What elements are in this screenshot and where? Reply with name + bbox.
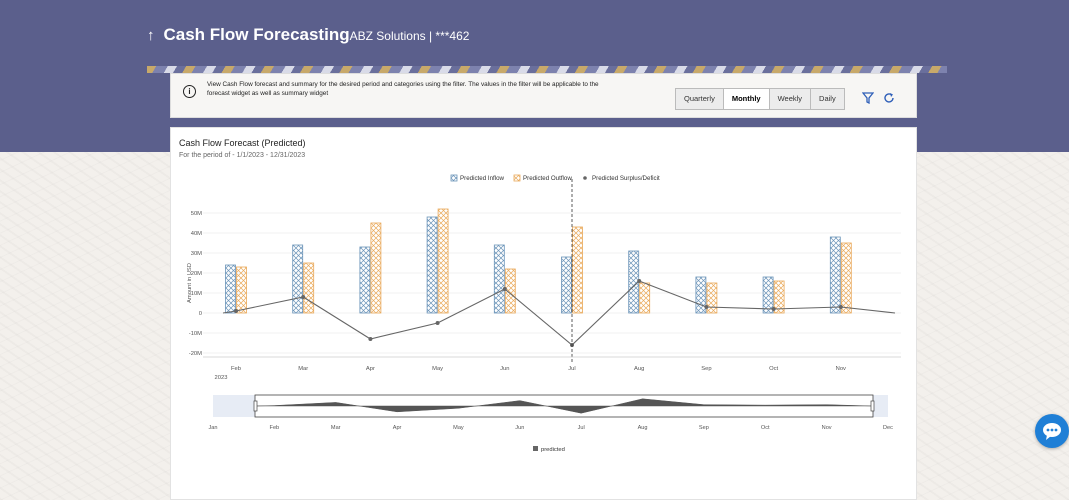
legend-inflow-swatch [450,174,458,182]
page-header: ↑ Cash Flow Forecasting ABZ Solutions | … [147,25,469,45]
y-tick-label: 50M [191,211,202,217]
outflow-bar [437,208,449,314]
surplus-point [234,309,238,313]
navigator-month-label: Jul [578,425,585,431]
x-tick-label: Aug [634,366,644,372]
x-tick-label: Jul [568,366,575,372]
x-tick-label: Sep [701,366,711,372]
surplus-point [838,305,843,309]
back-arrow-icon[interactable]: ↑ [147,27,155,44]
navigator-month-label: Apr [393,425,402,431]
outflow-bar [706,282,718,314]
surplus-point [301,295,306,299]
surplus-line [222,179,896,363]
decorative-banner-strip [147,66,947,73]
outflow-bar [303,262,315,314]
inflow-bar [426,216,438,314]
period-monthly-button[interactable]: Monthly [723,89,770,109]
navigator-legend-swatch [533,446,538,451]
surplus-point [704,305,709,309]
period-quarterly-button[interactable]: Quarterly [676,89,724,109]
inflow-bar [292,244,304,314]
x-tick-label: May [432,366,443,372]
inflow-bar [561,256,572,314]
forecast-chart-card: Cash Flow Forecast (Predicted) For the p… [170,127,917,500]
navigator-month-label: Jan [208,425,217,431]
outflow-bar [236,266,247,314]
navigator-month-label: Aug [638,425,648,431]
x-tick-label: Mar [298,366,308,372]
y-tick-label: 30M [191,251,202,257]
inflow-bar [762,276,774,314]
surplus-point [502,287,507,291]
page-title: Cash Flow Forecasting [163,25,350,44]
navigator-month-label: Jun [515,425,524,431]
inflow-bar [359,246,371,314]
y-tick-label: 0 [199,311,202,317]
legend-outflow-label: Predicted Outflow [523,175,572,182]
x-tick-label: Feb [231,366,241,372]
y-axis: 50M40M30M20M10M0-10M-20MAmount in USD [187,211,202,357]
account-subtitle: ABZ Solutions | ***462 [349,29,470,43]
navigator-left-handle [253,400,258,412]
navigator-month-label: Nov [822,425,832,431]
x-tick-label: Nov [836,366,846,372]
navigator-right-handle [870,400,875,412]
navigator-month-label: May [453,425,464,431]
legend-inflow-label: Predicted Inflow [460,175,505,182]
navigator-month-label: Dec [883,425,893,431]
x-tick-label: Oct [769,366,778,372]
chart-legend: Predicted Inflow Predicted Outflow Predict… [450,174,660,182]
chart-bars [225,208,852,314]
legend-surplus-label: Predicted Surplus/Deficit [592,175,660,182]
surplus-point [771,307,776,311]
navigator-legend-label: predicted [541,447,565,453]
outflow-bar [572,226,583,314]
inflow-bar [829,236,841,314]
y-tick-label: -10M [189,331,202,337]
inflow-bar [695,276,707,314]
navigator-month-label: Oct [761,425,770,431]
surplus-point [368,337,373,341]
inflow-bar [628,250,640,314]
info-icon: i [183,85,196,98]
chat-bubble-icon [1043,423,1061,440]
outflow-bar [370,222,382,314]
y-tick-label: 40M [191,231,202,237]
legend-surplus-marker [583,176,587,180]
filter-card: i View Cash Flow forecast and summary fo… [170,73,917,118]
x-tick-label: Apr [366,366,375,372]
period-selector: Quarterly Monthly Weekly Daily [675,88,845,110]
range-navigator[interactable]: Jan Feb Mar Apr May Jun Jul Aug Sep Oct Nov Dec pred… [208,394,893,453]
filter-info-text: View Cash Flow forecast and summary for … [207,81,599,97]
y-tick-label: -20M [189,351,202,357]
navigator-month-label: Sep [699,425,709,431]
outflow-bar [840,242,852,314]
outflow-bar [639,282,651,314]
inflow-bar [225,264,236,314]
x-tick-label: Jun [500,366,509,372]
filter-icon[interactable] [862,92,874,104]
surplus-point [637,279,642,283]
x-year-label: 2023 [215,375,228,381]
chat-button[interactable] [1035,414,1069,448]
inflow-bar [493,244,505,314]
period-weekly-button[interactable]: Weekly [769,89,812,109]
navigator-month-label: Feb [270,425,280,431]
period-daily-button[interactable]: Daily [811,89,844,109]
legend-outflow-swatch [513,174,521,182]
x-axis: Feb Mar Apr May Jun Jul Aug Sep Oct Nov 2023 [203,356,901,381]
forecast-chart: Predicted Inflow Predicted Outflow Predict… [187,174,901,453]
surplus-point [435,321,440,325]
refresh-icon[interactable] [883,92,895,104]
navigator-month-label: Mar [331,425,341,431]
y-axis-label: Amount in USD [187,263,193,303]
